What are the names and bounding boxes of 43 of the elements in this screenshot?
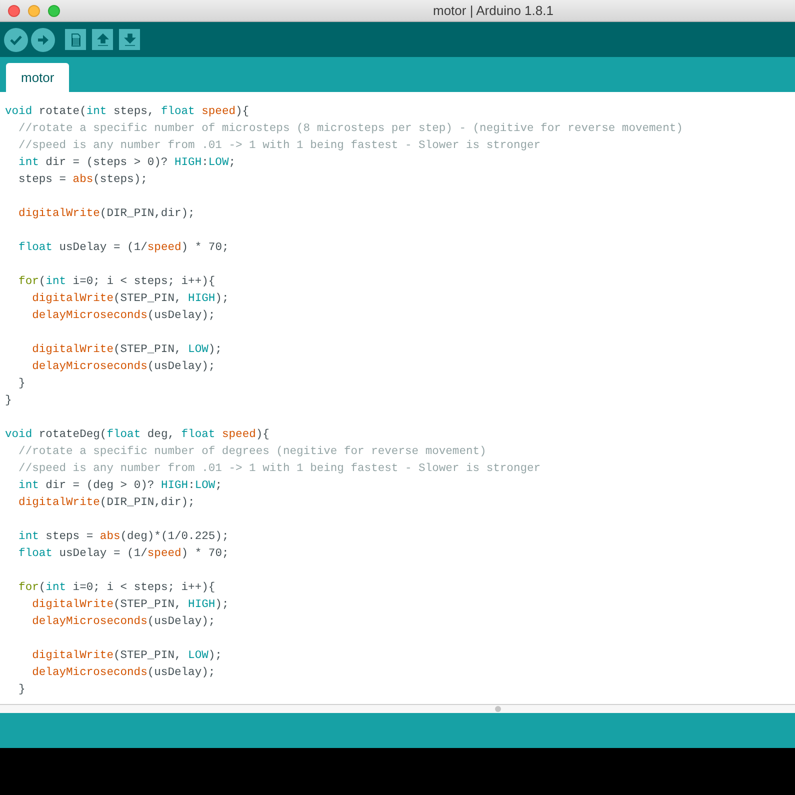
code-line: int dir = (steps > 0)? HIGH:LOW; bbox=[18, 156, 236, 171]
code-line: void rotate(int steps, float speed){ bbox=[5, 104, 250, 120]
code-line: } bbox=[18, 376, 26, 392]
save-button[interactable] bbox=[119, 29, 140, 50]
down-arrow-icon bbox=[122, 32, 136, 46]
splitter-handle-icon[interactable] bbox=[495, 706, 501, 712]
code-line: digitalWrite(STEP_PIN, HIGH); bbox=[31, 598, 229, 613]
minimize-button[interactable] bbox=[28, 4, 40, 16]
code-line: digitalWrite(STEP_PIN, HIGH); bbox=[31, 292, 229, 307]
code-line: digitalWrite(STEP_PIN, LOW); bbox=[31, 648, 222, 664]
code-line: steps = abs(steps); bbox=[18, 172, 148, 188]
document-icon bbox=[68, 32, 82, 46]
code-line: digitalWrite(DIR_PIN,dir); bbox=[18, 496, 195, 511]
code-line: delayMicroseconds(usDelay); bbox=[31, 360, 216, 375]
code-line: int dir = (deg > 0)? HIGH:LOW; bbox=[18, 478, 222, 494]
code-line: } bbox=[5, 394, 12, 409]
code-line: void rotateDeg(float deg, float speed){ bbox=[5, 428, 270, 443]
code-line: } bbox=[18, 682, 26, 698]
right-arrow-icon bbox=[36, 32, 50, 46]
code-line: int steps = abs(deg)*(1/0.225); bbox=[18, 530, 229, 545]
code-line: for(int i=0; i < steps; i++){ bbox=[18, 274, 216, 290]
code-line: delayMicroseconds(usDelay); bbox=[31, 666, 216, 681]
window-title: motor | Arduino 1.8.1 bbox=[433, 2, 554, 20]
code-line: float usDelay = (1/speed) * 70; bbox=[18, 546, 229, 562]
verify-button[interactable] bbox=[4, 28, 28, 52]
code-line: //speed is any number from .01 -> 1 with 1 being fastest - Slower is stronger bbox=[18, 462, 541, 477]
code-line: //rotate a specific number of microsteps (8 microsteps per step) - (negitive for reverse movement) bbox=[18, 122, 683, 137]
upload-button[interactable] bbox=[31, 28, 55, 52]
new-button[interactable] bbox=[65, 29, 86, 50]
open-button[interactable] bbox=[92, 29, 113, 50]
code-line: delayMicroseconds(usDelay); bbox=[31, 614, 216, 630]
zoom-button[interactable] bbox=[48, 4, 60, 16]
code-line: for(int i=0; i < steps; i++){ bbox=[18, 580, 216, 596]
code-line: delayMicroseconds(usDelay); bbox=[31, 308, 216, 324]
code-line: //rotate a specific number of degrees (negitive for reverse movement) bbox=[18, 444, 486, 460]
code-line: //speed is any number from .01 -> 1 with 1 being fastest - Slower is stronger bbox=[18, 138, 541, 154]
close-button[interactable] bbox=[8, 4, 20, 16]
code-editor[interactable] bbox=[0, 92, 795, 704]
up-arrow-icon bbox=[96, 32, 110, 46]
code-line: digitalWrite(DIR_PIN,dir); bbox=[18, 206, 195, 222]
file-tab[interactable]: motor bbox=[6, 63, 70, 92]
code-line: digitalWrite(STEP_PIN, LOW); bbox=[31, 342, 222, 358]
code-line: float usDelay = (1/speed) * 70; bbox=[18, 240, 229, 256]
